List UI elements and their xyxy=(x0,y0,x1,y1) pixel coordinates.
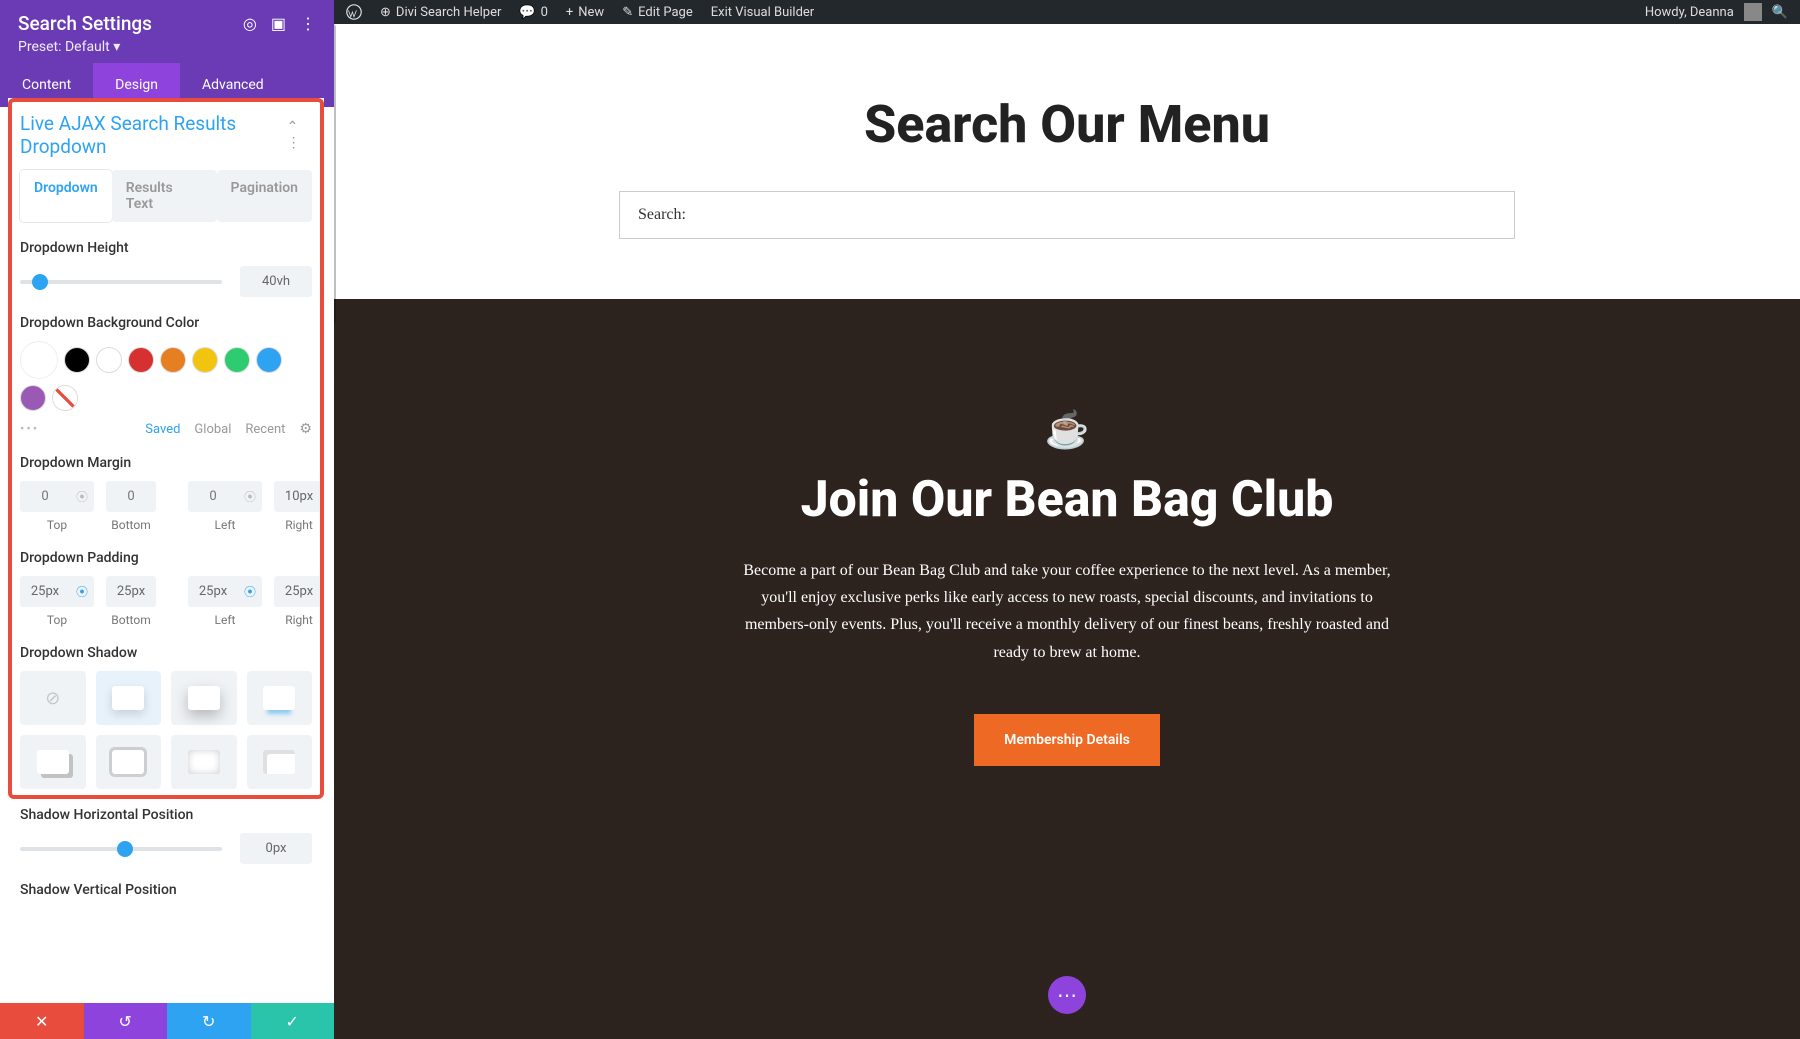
swatch-black[interactable] xyxy=(64,347,90,373)
shadow-h-value[interactable] xyxy=(240,833,312,864)
shadow-v-label: Shadow Vertical Position xyxy=(20,882,312,898)
link-icon[interactable]: ⦿ xyxy=(238,583,262,600)
page-preview: Search Our Menu Search: ☕ Join Our Bean … xyxy=(334,24,1800,1039)
link-icon[interactable]: ⦿ xyxy=(70,583,94,600)
color-tab-saved[interactable]: Saved xyxy=(145,422,180,437)
shadow-label: Dropdown Shadow xyxy=(20,645,312,661)
margin-left[interactable] xyxy=(188,481,238,512)
user-avatar-icon[interactable] xyxy=(1744,3,1762,21)
padding-right[interactable] xyxy=(274,576,324,607)
color-swatches xyxy=(20,341,312,411)
swatch-current[interactable] xyxy=(20,341,58,379)
swatch-none[interactable] xyxy=(52,385,78,411)
preset-selector[interactable]: Preset: Default ▾ xyxy=(18,39,316,55)
howdy-user[interactable]: Howdy, Deanna xyxy=(1645,5,1734,20)
hero-section: Search Our Menu Search: xyxy=(334,24,1800,299)
search-module[interactable]: Search: xyxy=(619,191,1515,239)
chevron-down-icon: ▾ xyxy=(113,39,120,55)
shadow-opt-3[interactable] xyxy=(247,671,313,725)
subtab-dropdown[interactable]: Dropdown xyxy=(20,170,112,222)
swatch-orange[interactable] xyxy=(160,347,186,373)
coffee-icon: ☕ xyxy=(334,409,1800,451)
height-slider[interactable] xyxy=(20,280,222,284)
comments-link[interactable]: 💬 0 xyxy=(519,5,548,20)
swatch-blue[interactable] xyxy=(256,347,282,373)
section-title[interactable]: Live AJAX Search Results Dropdown⌃ ⋮ xyxy=(20,112,312,158)
shadow-opt-5[interactable] xyxy=(96,735,162,789)
subtabs: Dropdown Results Text Pagination xyxy=(20,170,312,222)
subtab-results[interactable]: Results Text xyxy=(112,170,217,222)
shadow-h-label: Shadow Horizontal Position xyxy=(20,807,312,823)
wp-logo-icon[interactable] xyxy=(346,4,362,20)
link-icon[interactable]: ⦿ xyxy=(238,488,262,505)
cta-section: ☕ Join Our Bean Bag Club Become a part o… xyxy=(334,299,1800,1039)
swatch-purple[interactable] xyxy=(20,385,46,411)
height-value[interactable] xyxy=(240,266,312,297)
cta-title: Join Our Bean Bag Club xyxy=(334,471,1800,529)
swatch-white[interactable] xyxy=(96,347,122,373)
shadow-h-slider[interactable] xyxy=(20,847,222,851)
shadow-opt-6[interactable] xyxy=(171,735,237,789)
menu-icon[interactable]: ⋮ xyxy=(300,14,316,33)
close-button[interactable]: ✕ xyxy=(0,1003,84,1039)
margin-top[interactable] xyxy=(20,481,70,512)
subtab-pagination[interactable]: Pagination xyxy=(217,170,312,222)
dropdown-height-label: Dropdown Height xyxy=(20,240,312,256)
new-link[interactable]: + New xyxy=(566,5,604,20)
margin-right[interactable] xyxy=(274,481,324,512)
shadow-opt-4[interactable] xyxy=(20,735,86,789)
padding-top[interactable] xyxy=(20,576,70,607)
settings-header: Search Settings ◎ ▣ ⋮ Preset: Default ▾ xyxy=(0,0,334,63)
swatch-red[interactable] xyxy=(128,347,154,373)
design-panel: Live AJAX Search Results Dropdown⌃ ⋮ Dro… xyxy=(8,98,324,1003)
link-icon[interactable]: ⦿ xyxy=(70,488,94,505)
settings-title: Search Settings xyxy=(18,12,152,35)
padding-bottom[interactable] xyxy=(106,576,156,607)
wp-admin-bar: ⊕ Divi Search Helper 💬 0 + New ✎ Edit Pa… xyxy=(334,0,1800,24)
swatch-green[interactable] xyxy=(224,347,250,373)
hero-title: Search Our Menu xyxy=(334,94,1800,155)
site-link[interactable]: ⊕ Divi Search Helper xyxy=(380,5,501,20)
margin-label: Dropdown Margin xyxy=(20,455,312,471)
focus-icon[interactable]: ◎ xyxy=(243,14,257,33)
edit-page-link[interactable]: ✎ Edit Page xyxy=(622,5,693,20)
undo-button[interactable]: ↺ xyxy=(84,1003,168,1039)
swatch-yellow[interactable] xyxy=(192,347,218,373)
collapse-icon[interactable]: ⌃ ⋮ xyxy=(287,119,312,151)
membership-button[interactable]: Membership Details xyxy=(974,714,1160,766)
color-tab-global[interactable]: Global xyxy=(194,422,231,437)
shadow-opt-2[interactable] xyxy=(171,671,237,725)
color-settings-icon[interactable]: ⚙ xyxy=(299,421,312,437)
shadow-options: ⊘ xyxy=(20,671,312,789)
padding-label: Dropdown Padding xyxy=(20,550,312,566)
padding-left[interactable] xyxy=(188,576,238,607)
more-colors-icon[interactable]: ••• xyxy=(20,422,39,437)
settings-sidebar: Search Settings ◎ ▣ ⋮ Preset: Default ▾ … xyxy=(0,0,334,1039)
cta-body: Become a part of our Bean Bag Club and t… xyxy=(737,557,1397,666)
save-button[interactable]: ✓ xyxy=(251,1003,335,1039)
shadow-opt-7[interactable] xyxy=(247,735,313,789)
footer-actions: ✕ ↺ ↻ ✓ xyxy=(0,1003,334,1039)
margin-bottom[interactable] xyxy=(106,481,156,512)
exit-builder-link[interactable]: Exit Visual Builder xyxy=(711,5,814,20)
bg-color-label: Dropdown Background Color xyxy=(20,315,312,331)
shadow-none[interactable]: ⊘ xyxy=(20,671,86,725)
layout-icon[interactable]: ▣ xyxy=(271,14,286,33)
shadow-opt-1[interactable] xyxy=(96,671,162,725)
redo-button[interactable]: ↻ xyxy=(167,1003,251,1039)
color-tab-recent[interactable]: Recent xyxy=(245,422,285,437)
builder-fab[interactable]: ⋯ xyxy=(1048,976,1086,1014)
search-icon[interactable]: 🔍 xyxy=(1772,5,1788,20)
